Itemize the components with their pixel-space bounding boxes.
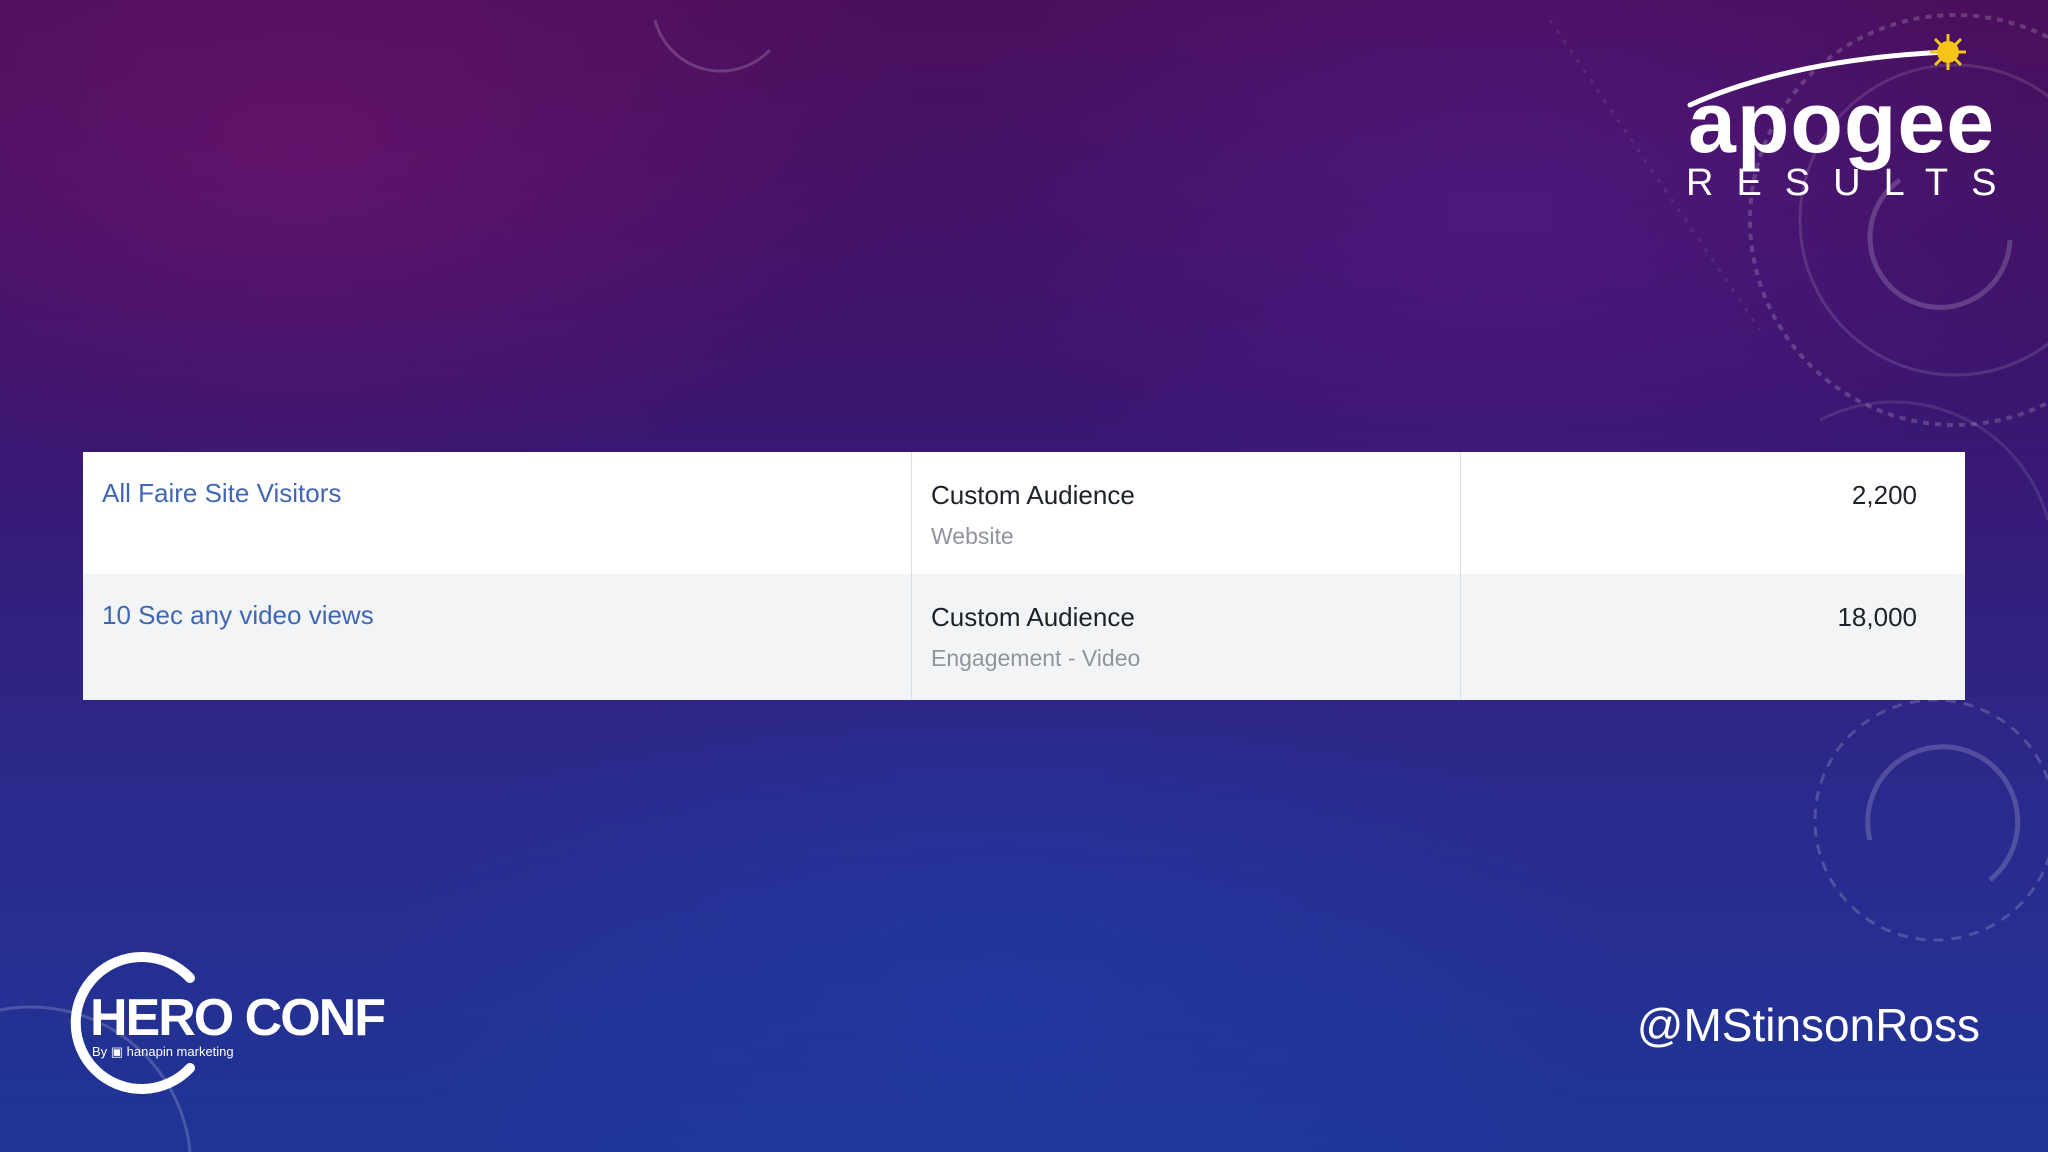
audience-name-link[interactable]: 10 Sec any video views <box>83 574 911 631</box>
hero-conf-title: HERO CONF <box>90 989 386 1047</box>
audience-size-cell: 2,200 <box>1461 452 1966 574</box>
apogee-subtitle: RESULTS <box>1686 162 2020 204</box>
audience-name-cell: All Faire Site Visitors <box>83 452 912 574</box>
audience-table: All Faire Site Visitors Custom Audience … <box>83 452 1965 700</box>
apogee-results-logo: apogee RESULTS <box>1670 30 2000 210</box>
audience-type: Custom Audience <box>931 602 1135 632</box>
table-row[interactable]: 10 Sec any video views Custom Audience E… <box>83 574 1965 700</box>
audience-type-cell: Custom Audience Engagement - Video <box>911 574 1461 700</box>
audience-size: 2,200 <box>1851 480 1917 510</box>
audience-type: Custom Audience <box>931 480 1135 510</box>
twitter-handle: @MStinsonRoss <box>1636 999 1980 1051</box>
audience-size-cell: 18,000 <box>1461 574 1966 700</box>
audience-size: 18,000 <box>1837 602 1917 632</box>
table-row[interactable]: All Faire Site Visitors Custom Audience … <box>83 452 1965 574</box>
audience-name-cell: 10 Sec any video views <box>83 574 912 700</box>
audience-name-link[interactable]: All Faire Site Visitors <box>83 452 911 509</box>
hero-conf-byline: By ▣ hanapin marketing <box>92 1044 234 1059</box>
audience-type-cell: Custom Audience Website <box>911 452 1461 574</box>
hero-conf-logo: HERO CONF By ▣ hanapin marketing <box>60 950 420 1100</box>
apogee-wordmark: apogee <box>1688 75 1996 171</box>
audience-subtype: Engagement - Video <box>931 645 1141 671</box>
audience-subtype: Website <box>931 523 1014 549</box>
